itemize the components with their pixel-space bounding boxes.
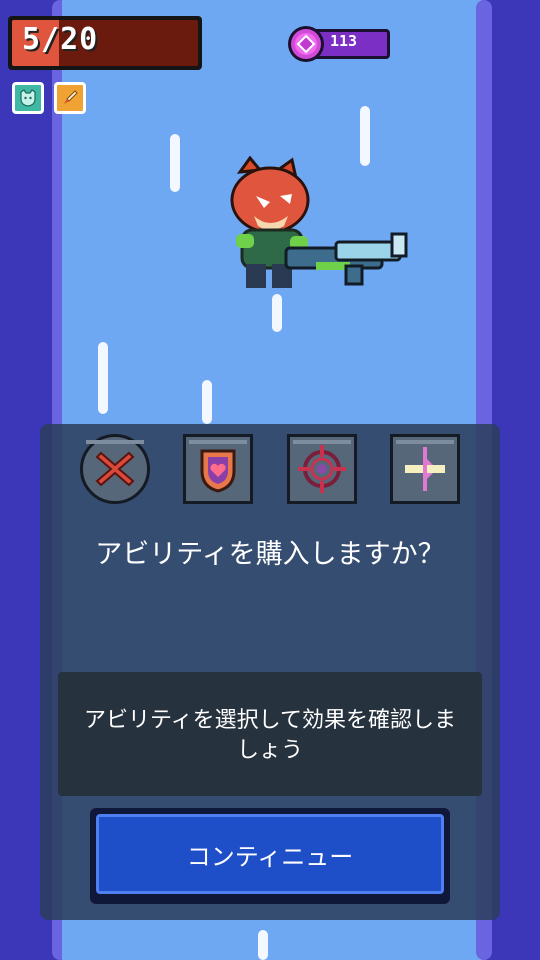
purchase-question: アビリティを購入しますか？ [95, 539, 445, 570]
ability-slots [80, 432, 460, 512]
ability-info-text: アビリティを選択して効果を確認しましょう [83, 708, 457, 763]
gem-icon [288, 26, 324, 62]
ability-slot-crosshair[interactable] [286, 434, 357, 504]
health-text: 5/20 [22, 22, 99, 57]
continue-button[interactable]: コンティニュー [90, 808, 450, 904]
ability-info-box: アビリティを選択して効果を確認しましょう [58, 672, 482, 796]
heart-shield-icon [200, 449, 236, 493]
fox-hero-with-blaster [230, 156, 408, 288]
continue-button-label: コンティニュー [186, 842, 354, 871]
ability-slot-heart-shield[interactable] [183, 434, 254, 504]
ability-slot-decline[interactable] [80, 434, 150, 504]
close-x-icon [95, 451, 135, 487]
ability-purchase-dialog: アビリティを購入しますか？ アビリティを選択して効果を確認しましょう コンティニ… [40, 424, 500, 920]
speed-streak [170, 134, 180, 192]
speed-streak [202, 380, 212, 424]
ability-slot-split[interactable] [389, 434, 460, 504]
crosshair-icon [297, 445, 346, 493]
gem-counter: 113 [286, 24, 392, 64]
speed-streak [258, 930, 268, 960]
rocket-icon[interactable] [54, 82, 86, 114]
speed-streak [98, 342, 108, 414]
health-bar: 5/20 [8, 16, 202, 70]
cat-shield-icon[interactable] [12, 82, 44, 114]
split-arrow-icon [404, 447, 445, 491]
gem-count: 113 [330, 32, 358, 50]
